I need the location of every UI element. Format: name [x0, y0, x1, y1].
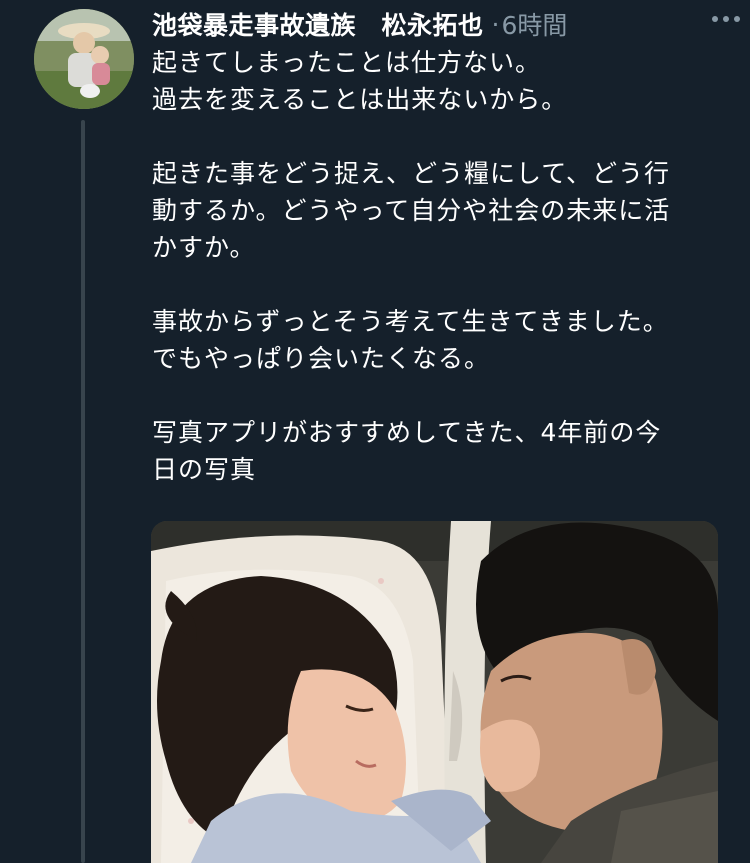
thread-connector-line	[81, 120, 85, 863]
more-dot	[723, 16, 729, 22]
tweet-photo[interactable]	[151, 521, 718, 863]
tweet-text-line: でもやっぱり会いたくなる。	[152, 344, 491, 373]
tweet-text: 起きてしまったことは仕方ない。 過去を変えることは出来ないから。 起きた事をどう…	[152, 44, 727, 488]
more-dot	[712, 16, 718, 22]
tweet-header: 池袋暴走事故遺族 松永拓也 · 6時間	[152, 6, 720, 42]
tweet-text-line: かすか。	[152, 233, 256, 262]
tweet-text-line: 動するか。どうやって自分や社会の未来に活	[152, 196, 671, 225]
tweet-text-line: 事故からずっとそう考えて生きてきました。	[152, 307, 669, 336]
avatar-photo	[34, 9, 134, 109]
tweet-text-line: 起きた事をどう捉え、どう糧にして、どう行	[152, 159, 671, 188]
separator-dot: ·	[491, 9, 500, 39]
display-name[interactable]: 池袋暴走事故遺族 松永拓也	[152, 6, 484, 42]
tweet-text-line: 写真アプリがおすすめしてきた、4年前の今	[152, 418, 662, 447]
avatar[interactable]	[34, 9, 134, 109]
tweet-text-line: 過去を変えることは出来ないから。	[152, 85, 568, 114]
tweet: 池袋暴走事故遺族 松永拓也 · 6時間 起きてしまったことは仕方ない。 過去を変…	[0, 0, 750, 863]
more-horizontal-icon[interactable]	[708, 8, 744, 30]
timestamp[interactable]: 6時間	[501, 6, 567, 42]
tweet-text-line: 起きてしまったことは仕方ない。	[152, 48, 542, 77]
tweet-text-line: 日の写真	[152, 455, 257, 484]
more-dot	[734, 16, 740, 22]
photo-illustration	[151, 521, 718, 863]
